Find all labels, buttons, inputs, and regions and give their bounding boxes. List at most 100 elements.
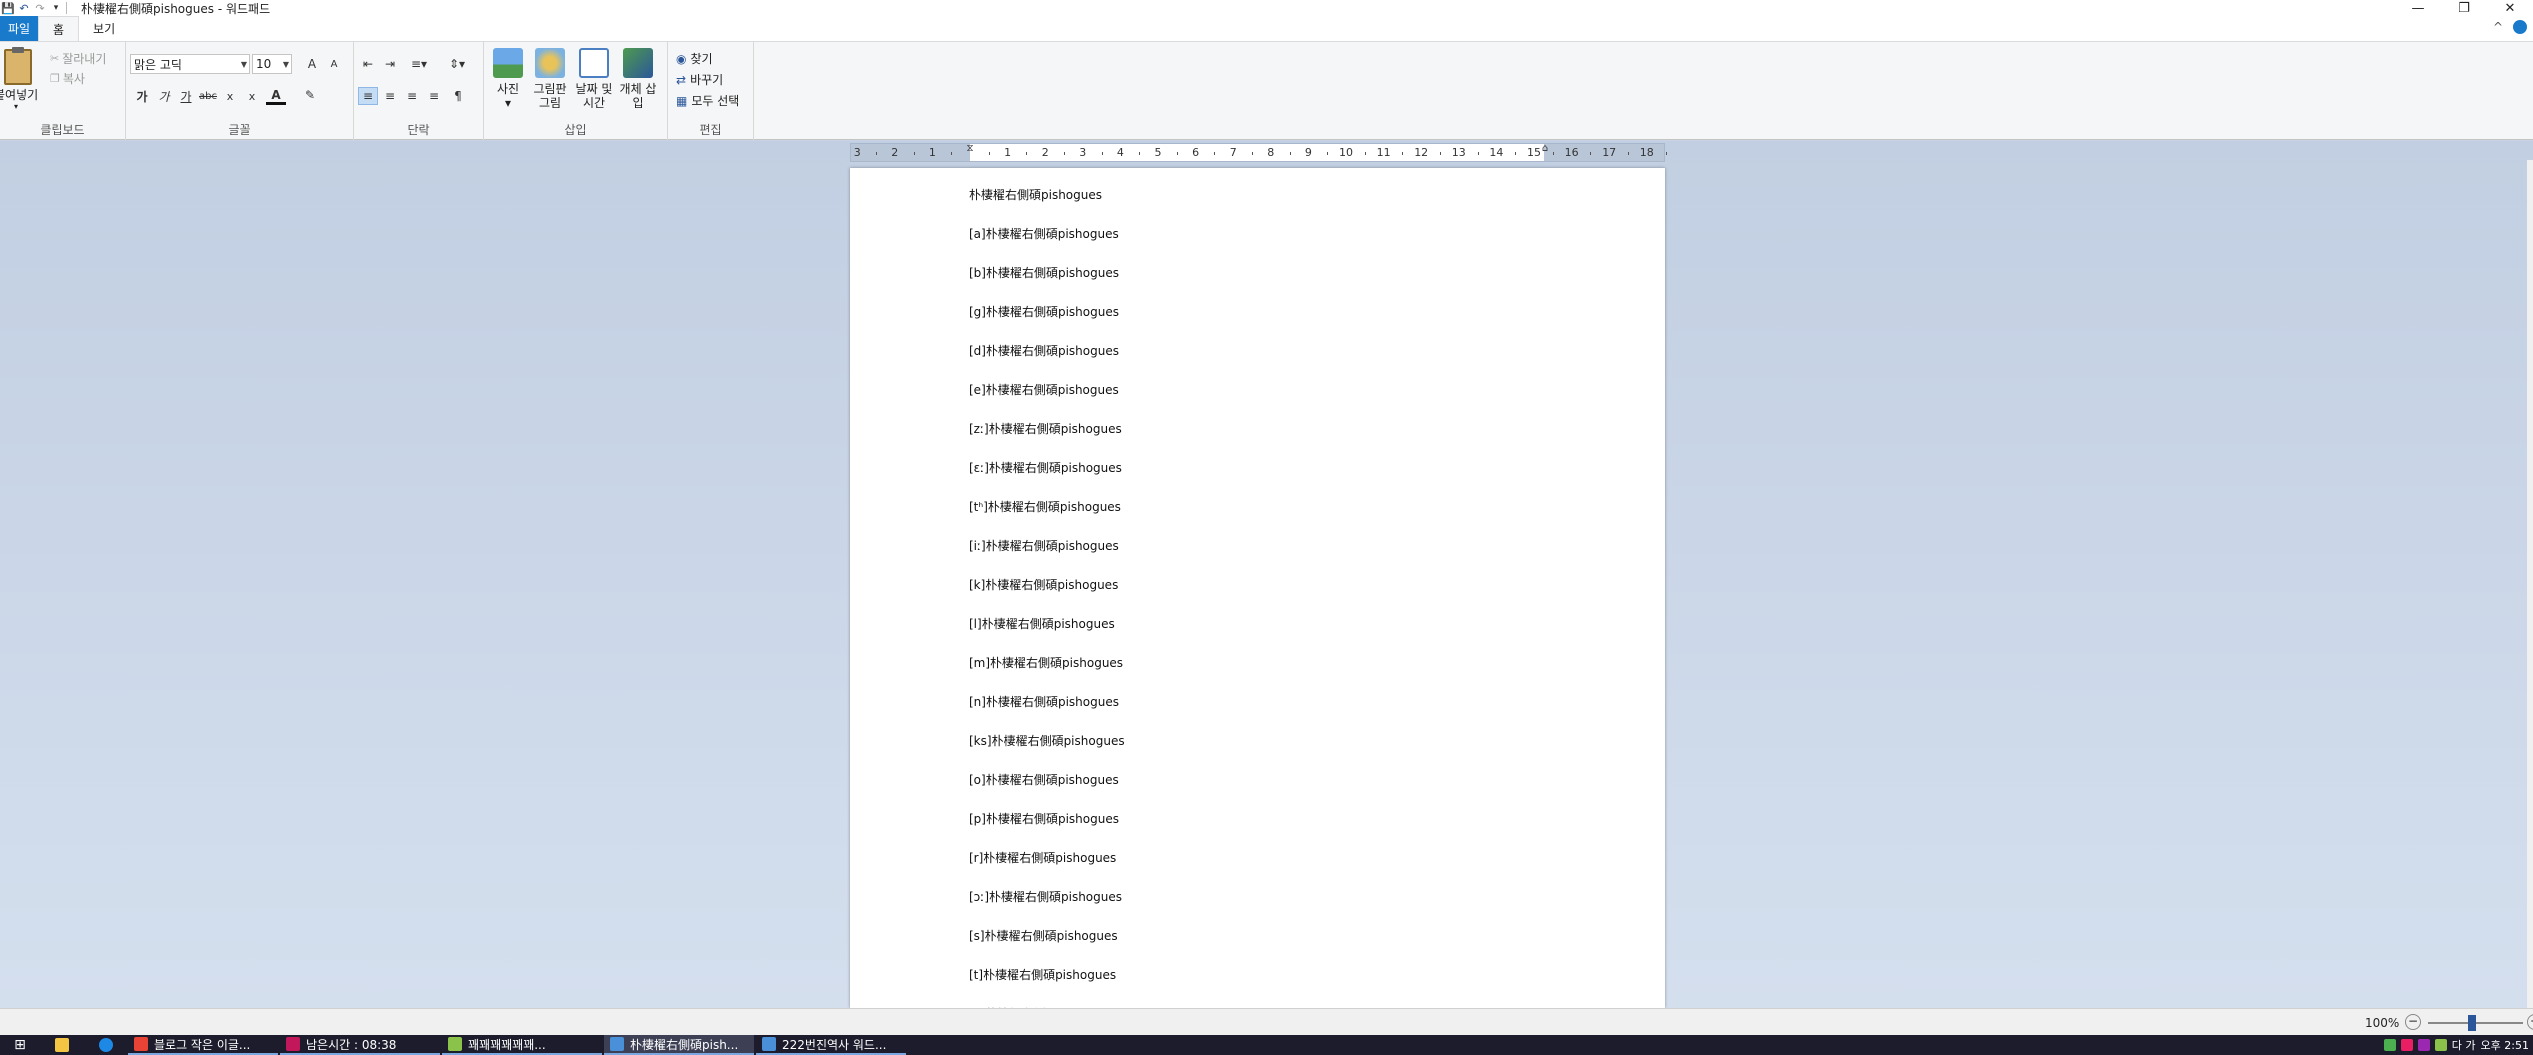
tab-view[interactable]: 보기 (79, 16, 129, 41)
find-button[interactable]: ◉ 찾기 (676, 50, 713, 67)
clock[interactable]: 오후 2:51 (2481, 1037, 2529, 1053)
document-paragraph[interactable]: 朴棲櫂右側碩pishogues (969, 186, 1102, 203)
document-paragraph[interactable]: [m]朴棲櫂右側碩pishogues (969, 654, 1123, 671)
help-icon[interactable] (2513, 20, 2527, 34)
document-paragraph[interactable]: [d]朴棲櫂右側碩pishogues (969, 342, 1119, 359)
zoom-out-button[interactable]: − (2405, 1014, 2421, 1030)
tab-file[interactable]: 파일 (0, 16, 38, 41)
document-paragraph[interactable]: [k]朴棲櫂右側碩pishogues (969, 576, 1118, 593)
undo-icon[interactable]: ↶ (16, 1, 32, 15)
ruler-tick (1402, 152, 1404, 155)
document-paragraph[interactable]: [e]朴棲櫂右側碩pishogues (969, 381, 1119, 398)
document-paragraph[interactable]: [b]朴棲櫂右側碩pishogues (969, 264, 1119, 281)
insert-object-button[interactable]: 개체 삽입 (618, 48, 658, 110)
document-paragraph[interactable]: [l]朴棲櫂右側碩pishogues (969, 615, 1115, 632)
paste-dropdown-icon[interactable]: ▾ (14, 102, 18, 111)
cut-button[interactable]: ✂ 잘라내기 (50, 50, 106, 67)
file-explorer-icon[interactable] (40, 1035, 84, 1055)
ruler-tick (913, 152, 915, 155)
copy-button[interactable]: ❐ 복사 (50, 70, 85, 87)
grow-font-button[interactable]: A (302, 55, 322, 73)
ie-browser-icon[interactable] (84, 1035, 128, 1055)
editing-group-label: 편집 (699, 123, 722, 137)
taskbar-app-button[interactable]: 꽤꽤꽤꽤꽤꽤... (442, 1035, 602, 1055)
taskbar-app-button[interactable]: 朴棲櫂右側碩pish... (604, 1035, 754, 1055)
document-paragraph[interactable]: [ɛː]朴棲櫂右側碩pishogues (969, 459, 1122, 476)
copy-label: 복사 (62, 72, 85, 86)
align-center-icon[interactable]: ≡ (380, 87, 400, 105)
replace-button[interactable]: ⇄ 바꾸기 (676, 71, 723, 88)
italic-button[interactable]: 가 (154, 87, 174, 105)
document-paragraph[interactable]: [tʰ]朴棲櫂右側碩pishogues (969, 498, 1121, 515)
restore-button[interactable]: ❐ (2441, 0, 2487, 16)
highlight-button[interactable]: ✎ (300, 87, 320, 105)
increase-indent-icon[interactable]: ⇥ (380, 55, 400, 73)
window-title: 朴棲櫂右側碩pishogues - 워드패드 (81, 1, 271, 16)
decrease-indent-icon[interactable]: ⇤ (358, 55, 378, 73)
superscript-button[interactable]: x (242, 87, 262, 105)
shrink-font-button[interactable]: A (324, 55, 344, 73)
tray-app-icon[interactable] (2434, 1039, 2447, 1051)
justify-icon[interactable]: ≡ (424, 87, 444, 105)
app-icon (610, 1037, 624, 1051)
paste-icon[interactable] (4, 47, 32, 85)
ribbon-tabs: 파일 홈 보기 ^ (0, 16, 2533, 42)
zoom-slider-thumb[interactable] (2468, 1015, 2476, 1031)
select-all-button[interactable]: ▦ 모두 선택 (676, 92, 739, 109)
ruler-tick (1665, 152, 1667, 155)
minimize-button[interactable]: — (2395, 0, 2441, 16)
tray-app-icon[interactable] (2400, 1039, 2413, 1051)
document-paragraph[interactable]: [p]朴棲櫂右側碩pishogues (969, 810, 1119, 827)
document-paragraph[interactable]: [n]朴棲櫂右側碩pishogues (969, 693, 1119, 710)
tab-home[interactable]: 홈 (38, 16, 80, 41)
document-paragraph[interactable]: [g]朴棲櫂右側碩pishogues (969, 303, 1119, 320)
strikethrough-button[interactable]: abc (198, 87, 218, 105)
document-paragraph[interactable]: [a]朴棲櫂右側碩pishogues (969, 225, 1119, 242)
font-size-select[interactable]: 10 ▼ (252, 54, 292, 74)
ruler-number: 3 (853, 146, 861, 159)
zoom-in-button[interactable]: + (2527, 1014, 2533, 1030)
collapse-ribbon-icon[interactable]: ^ (2493, 20, 2503, 34)
document-paragraph[interactable]: [ɔː]朴棲櫂右側碩pishogues (969, 888, 1122, 905)
document-paragraph[interactable]: [iː]朴棲櫂右側碩pishogues (969, 537, 1119, 554)
paste-button[interactable]: 붙여넣기 (0, 86, 38, 103)
font-color-button[interactable]: A (266, 87, 286, 105)
align-left-icon[interactable]: ≡ (358, 87, 378, 105)
document-page[interactable]: 朴棲櫂右側碩pishogues [a]朴棲櫂右側碩pishogues [b]朴棲櫂右… (850, 168, 1665, 1008)
insert-group: 사진 ▾ 그림판 그림 날짜 및 시간 개체 삽입 삽입 (484, 42, 668, 140)
subscript-button[interactable]: x (220, 87, 240, 105)
ruler-tick (1252, 152, 1253, 155)
paint-drawing-button[interactable]: 그림판 그림 (530, 48, 570, 110)
document-paragraph[interactable]: [s]朴棲櫂右側碩pishogues (969, 927, 1118, 944)
document-paragraph[interactable]: [r]朴棲櫂右側碩pishogues (969, 849, 1116, 866)
tray-app-icon[interactable] (2417, 1039, 2430, 1051)
customize-icon[interactable]: ▾ (48, 1, 64, 15)
date-time-button[interactable]: 날짜 및 시간 (574, 48, 614, 110)
ime-indicator[interactable]: 다 가 (2452, 1037, 2476, 1053)
windows-start-icon[interactable]: ⊞ (0, 1035, 40, 1055)
picture-dropdown-icon: ▾ (504, 96, 512, 110)
document-paragraph[interactable]: [ks]朴棲櫂右側碩pishogues (969, 732, 1125, 749)
tray-app-icon[interactable] (2383, 1039, 2396, 1051)
bold-button[interactable]: 가 (132, 87, 152, 105)
ruler[interactable]: 3 2 1 1 2 3 4 5 6 7 8 9 10 11 12 13 14 15 16 17 18 ⧖ ⌂ (850, 143, 1667, 162)
taskbar-app-button[interactable]: 남은시간 : 08:38 (280, 1035, 440, 1055)
ruler-number: 6 (1192, 146, 1200, 159)
taskbar-app-button[interactable]: 블로그 작은 이글... (128, 1035, 278, 1055)
vertical-scrollbar[interactable] (2527, 160, 2533, 1008)
document-paragraph[interactable]: [zː]朴棲櫂右側碩pishogues (969, 420, 1122, 437)
insert-picture-button[interactable]: 사진 ▾ (488, 48, 528, 110)
taskbar-app-button[interactable]: 222번진역사 워드... (756, 1035, 906, 1055)
line-spacing-icon[interactable]: ⇕▾ (442, 55, 472, 73)
redo-icon[interactable]: ↷ (32, 1, 48, 15)
underline-button[interactable]: 가 (176, 87, 196, 105)
paragraph-settings-icon[interactable]: ¶ (448, 87, 468, 105)
taskbar-apps: 블로그 작은 이글... 남은시간 : 08:38 꽤꽤꽤꽤꽤꽤... 朴棲櫂右側碩p… (128, 1035, 908, 1055)
close-button[interactable]: ✕ (2487, 0, 2533, 16)
bullet-list-icon[interactable]: ≡▾ (404, 55, 434, 73)
document-paragraph[interactable]: [t]朴棲櫂右側碩pishogues (969, 966, 1116, 983)
save-icon[interactable]: 💾 (0, 1, 16, 15)
font-name-select[interactable]: 맑은 고딕 ▼ (130, 54, 250, 74)
align-right-icon[interactable]: ≡ (402, 87, 422, 105)
document-paragraph[interactable]: [o]朴棲櫂右側碩pishogues (969, 771, 1119, 788)
